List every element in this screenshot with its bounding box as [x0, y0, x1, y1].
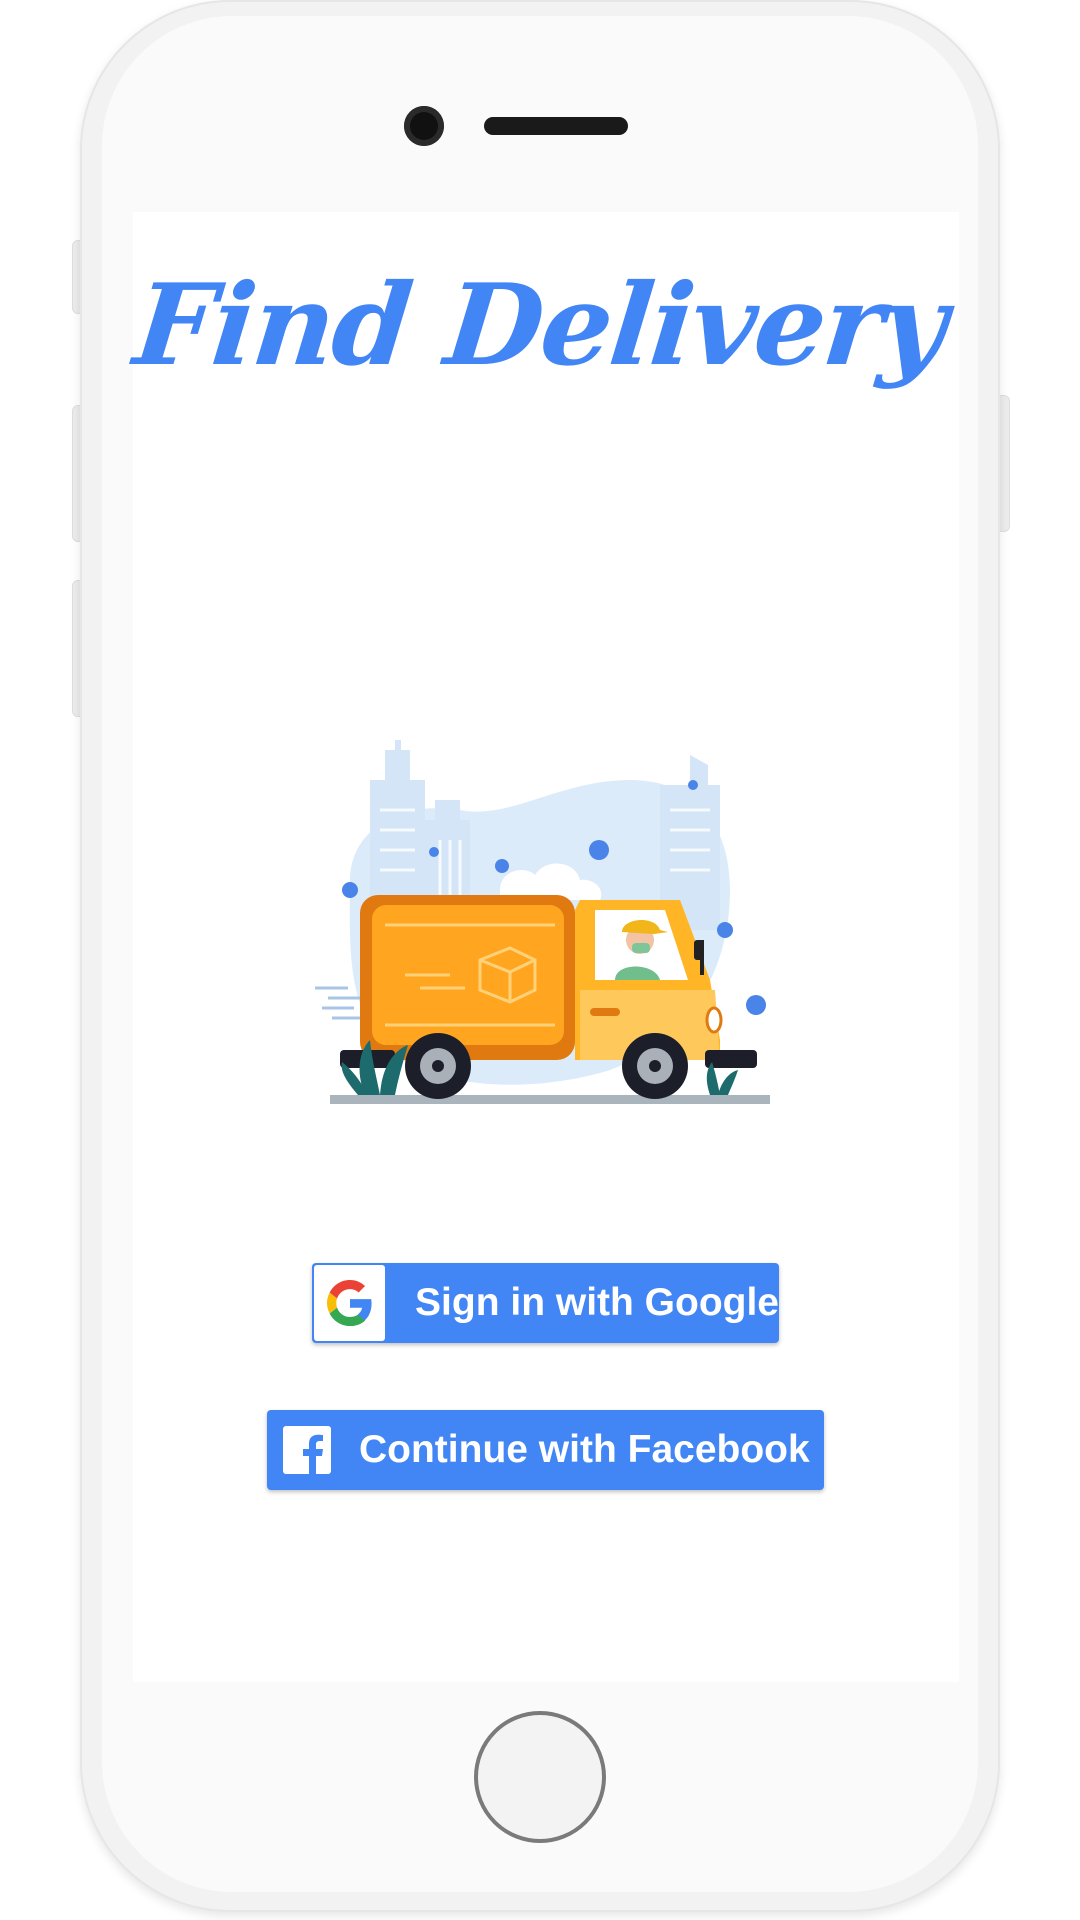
- device-stage: Find Delivery Sign in with Google Contin…: [0, 0, 1080, 1920]
- google-logo-icon: [326, 1280, 372, 1326]
- home-button[interactable]: [474, 1711, 606, 1843]
- earpiece-speaker: [484, 117, 628, 135]
- google-logo-container: [314, 1265, 386, 1341]
- google-signin-label: Sign in with Google: [415, 1281, 779, 1324]
- delivery-truck-illustration: [315, 740, 770, 1104]
- facebook-continue-label: Continue with Facebook: [359, 1428, 810, 1471]
- google-signin-button[interactable]: Sign in with Google: [312, 1263, 779, 1343]
- front-camera: [404, 106, 444, 146]
- app-title: Find Delivery: [128, 260, 952, 391]
- facebook-logo-icon: [283, 1426, 331, 1474]
- facebook-continue-button[interactable]: Continue with Facebook: [267, 1410, 824, 1490]
